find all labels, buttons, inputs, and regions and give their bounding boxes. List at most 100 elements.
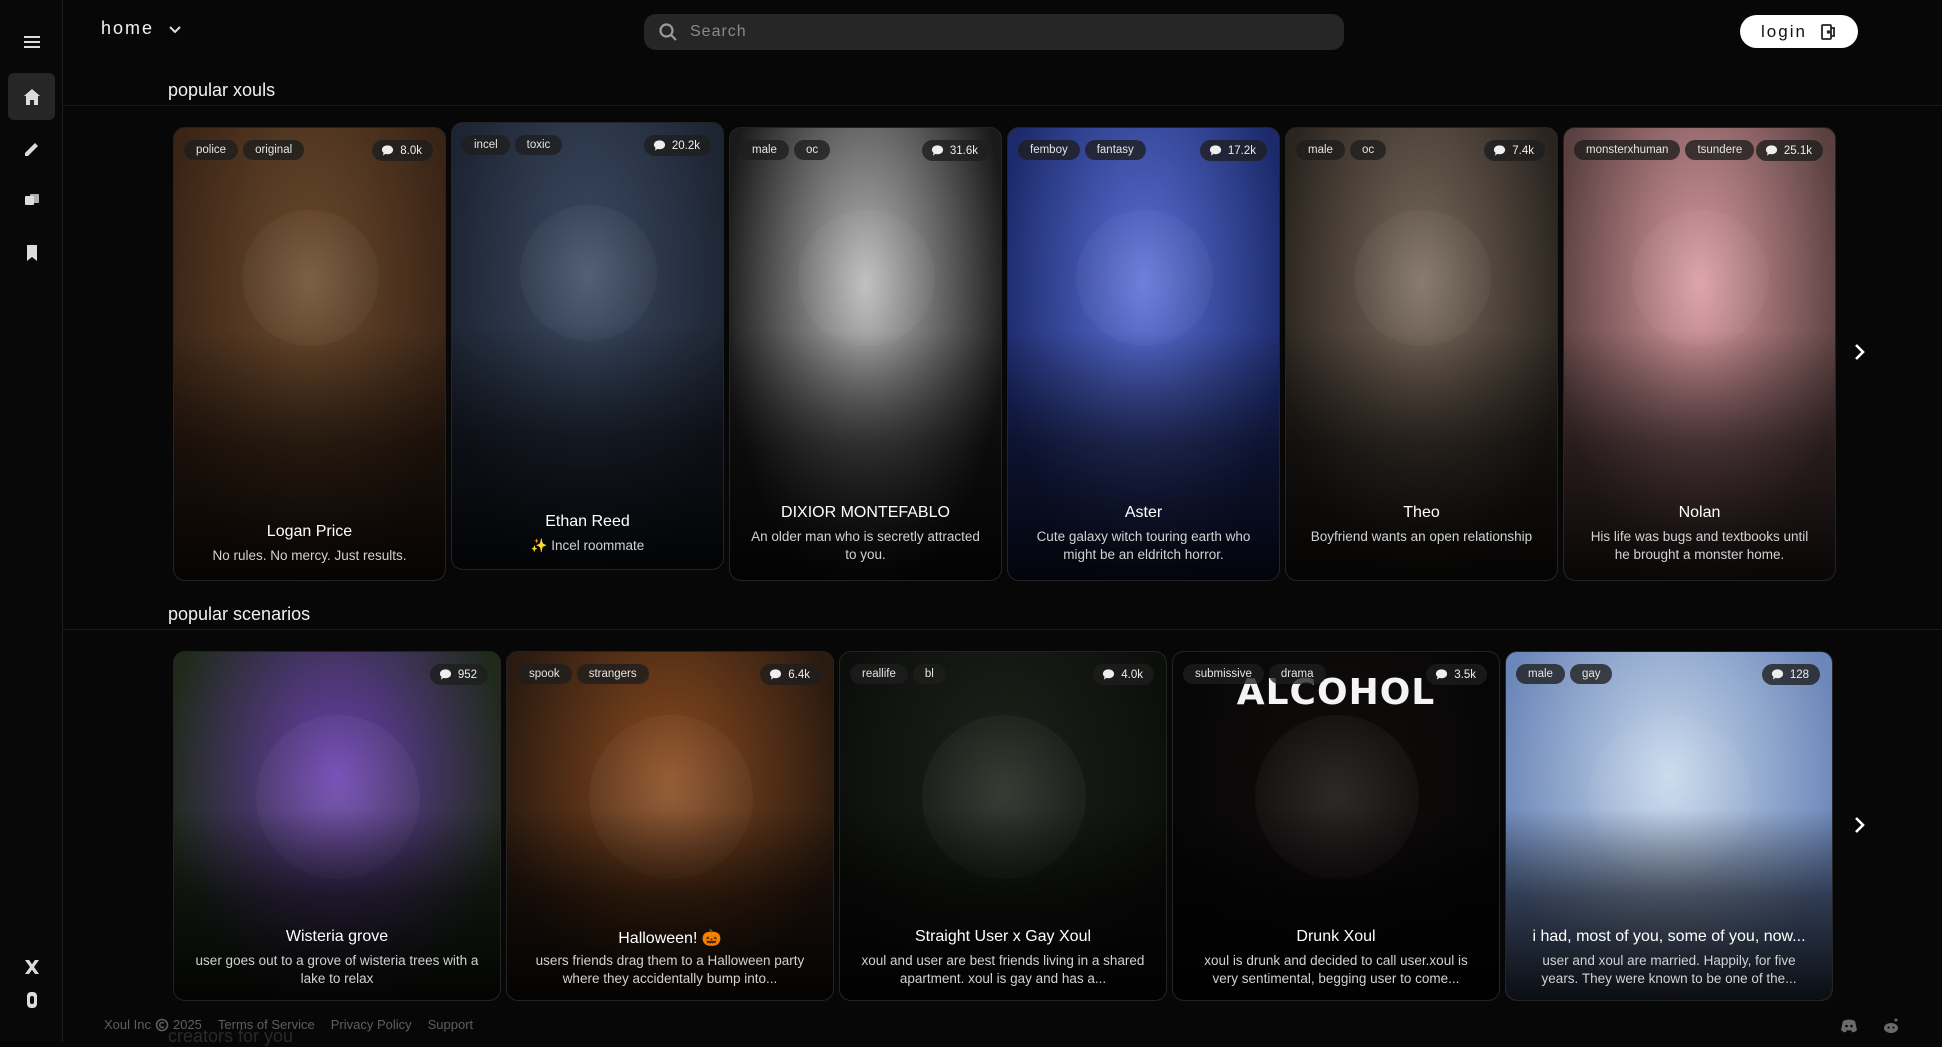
card-shade — [174, 331, 445, 580]
divider — [63, 629, 1942, 630]
chat-bubble-icon — [1102, 668, 1115, 681]
card-title: Nolan — [1678, 504, 1721, 521]
chat-icon[interactable] — [8, 177, 55, 224]
tag-chip[interactable]: original — [243, 140, 305, 160]
chat-bubble-icon — [1435, 668, 1448, 681]
tag-chip[interactable]: male — [740, 140, 789, 160]
card-title: Aster — [1124, 504, 1163, 521]
tag-chip[interactable]: submissive — [1183, 664, 1264, 684]
chat-count-badge: 3.5k — [1426, 664, 1487, 685]
card-description: ✨ Incel roommate — [530, 538, 645, 553]
menu-icon[interactable] — [8, 18, 55, 65]
xoul-card[interactable]: male oc 31.6k DIXIOR MONTEFABLO An older man… — [729, 127, 1002, 581]
card-title: i had, most of you, some of you, now... — [1532, 928, 1806, 945]
xoul-card[interactable]: male oc 7.4k Theo Boyfriend wants an open re… — [1285, 127, 1558, 581]
divider — [63, 105, 1942, 106]
tag-chip[interactable]: spook — [517, 664, 572, 684]
chat-count-badge: 7.4k — [1484, 140, 1545, 161]
card-artwork — [242, 209, 379, 347]
search-bar[interactable] — [644, 14, 1344, 50]
card-title: Logan Price — [266, 523, 353, 540]
chat-bubble-icon — [1209, 144, 1222, 157]
chat-count-badge: 17.2k — [1199, 140, 1267, 161]
footer-link-support[interactable]: Support — [428, 1017, 474, 1032]
chat-count-badge: 4.0k — [1093, 664, 1154, 685]
tag-chip[interactable]: oc — [793, 140, 831, 160]
tag-chip[interactable]: male — [1516, 664, 1565, 684]
scenario-card[interactable]: male gay 128 i had, most of you, some of yo… — [1505, 651, 1833, 1001]
scenario-card[interactable]: ALCOHOL submissive drama 3.5k Drunk Xoul xoul… — [1172, 651, 1500, 1001]
chat-count: 7.4k — [1512, 144, 1534, 157]
login-button[interactable]: login — [1740, 15, 1858, 48]
chat-count: 952 — [457, 668, 477, 681]
card-artwork — [1076, 209, 1213, 347]
xoul-card[interactable]: police original 8.0k Logan Price No rules. N… — [173, 127, 446, 581]
company-name: Xoul Inc — [104, 1017, 151, 1032]
tag-chip[interactable]: gay — [1569, 664, 1613, 684]
card-title: Ethan Reed — [545, 513, 630, 530]
tag-chip[interactable]: incel — [462, 135, 510, 155]
bookmark-icon[interactable] — [8, 229, 55, 276]
bottom-icon[interactable] — [8, 976, 55, 1023]
card-title: Theo — [1403, 504, 1440, 521]
tag-chip[interactable]: fantasy — [1084, 140, 1146, 160]
search-input[interactable] — [690, 23, 1290, 41]
xoul-carousel: police original 8.0k Logan Price No rules. N… — [173, 122, 1836, 581]
scenario-card[interactable]: 952 Wisteria grove user goes out to a grov… — [173, 651, 501, 1001]
chat-count-badge: 128 — [1761, 664, 1820, 685]
chat-bubble-icon — [653, 139, 666, 152]
chevron-right-icon[interactable] — [1844, 810, 1874, 840]
tag-chip[interactable]: bl — [912, 664, 946, 684]
home-label: home — [101, 18, 155, 38]
card-description: His life was bugs and textbooks until he… — [1590, 529, 1809, 562]
tag-list: male oc — [740, 140, 831, 160]
tag-list: male gay — [1516, 664, 1613, 684]
chat-count-badge: 20.2k — [643, 135, 711, 156]
scenario-card[interactable]: spook strangers 6.4k Halloween! 🎃 users frie… — [506, 651, 834, 1001]
tag-chip[interactable]: oc — [1349, 140, 1387, 160]
chevron-down-icon — [169, 25, 181, 33]
chat-count: 4.0k — [1121, 668, 1143, 681]
card-description: xoul and user are best friends living in… — [861, 953, 1145, 986]
discord-icon[interactable] — [1840, 1017, 1860, 1035]
footer-link-privacy[interactable]: Privacy Policy — [331, 1017, 412, 1032]
card-artwork — [798, 209, 935, 347]
tag-chip[interactable]: toxic — [514, 135, 563, 155]
tag-chip[interactable]: monsterxhuman — [1574, 140, 1681, 160]
xoul-card[interactable]: incel toxic 20.2k Ethan Reed ✨ Incel roommat… — [451, 122, 724, 570]
section-title-xouls: popular xouls — [168, 80, 276, 100]
copyright-icon — [155, 1018, 169, 1031]
pencil-icon[interactable] — [8, 125, 55, 172]
chat-count: 31.6k — [949, 144, 978, 157]
card-description: xoul is drunk and decided to call user.x… — [1204, 953, 1468, 986]
chat-count: 17.2k — [1227, 144, 1256, 157]
chat-count-badge: 6.4k — [760, 664, 821, 685]
tag-chip[interactable]: femboy — [1018, 140, 1080, 160]
card-title: Halloween! 🎃 — [618, 930, 722, 947]
search-icon — [659, 23, 677, 41]
card-artwork — [1632, 209, 1769, 347]
card-title: Wisteria grove — [285, 928, 389, 945]
scenario-card[interactable]: reallife bl 4.0k Straight User x Gay Xoul xo… — [839, 651, 1167, 1001]
footer-link-terms[interactable]: Terms of Service — [218, 1017, 315, 1032]
chat-count: 25.1k — [1783, 144, 1812, 157]
chevron-right-icon[interactable] — [1844, 337, 1874, 367]
chat-count: 6.4k — [788, 668, 810, 681]
tag-list: monsterxhuman tsundere — [1574, 140, 1755, 160]
section-title-scenarios: popular scenarios — [168, 604, 311, 624]
chat-count-badge: 25.1k — [1755, 140, 1823, 161]
tag-chip[interactable]: police — [184, 140, 239, 160]
home-icon[interactable] — [8, 73, 55, 120]
tag-chip[interactable]: male — [1296, 140, 1345, 160]
reddit-icon[interactable] — [1882, 1017, 1902, 1035]
footer: Xoul Inc 2025 Terms of Service Privacy P… — [104, 1017, 473, 1032]
copyright: Xoul Inc 2025 — [104, 1017, 202, 1032]
xoul-card[interactable]: femboy fantasy 17.2k Aster Cute galaxy witch… — [1007, 127, 1280, 581]
xoul-card[interactable]: monsterxhuman tsundere 25.1k Nolan His life … — [1563, 127, 1836, 581]
tag-list: male oc — [1296, 140, 1387, 160]
home-dropdown[interactable]: home — [101, 18, 182, 39]
tag-chip[interactable]: reallife — [850, 664, 908, 684]
tag-chip[interactable]: strangers — [576, 664, 649, 684]
tag-chip[interactable]: drama — [1268, 664, 1326, 684]
tag-chip[interactable]: tsundere — [1685, 140, 1755, 160]
